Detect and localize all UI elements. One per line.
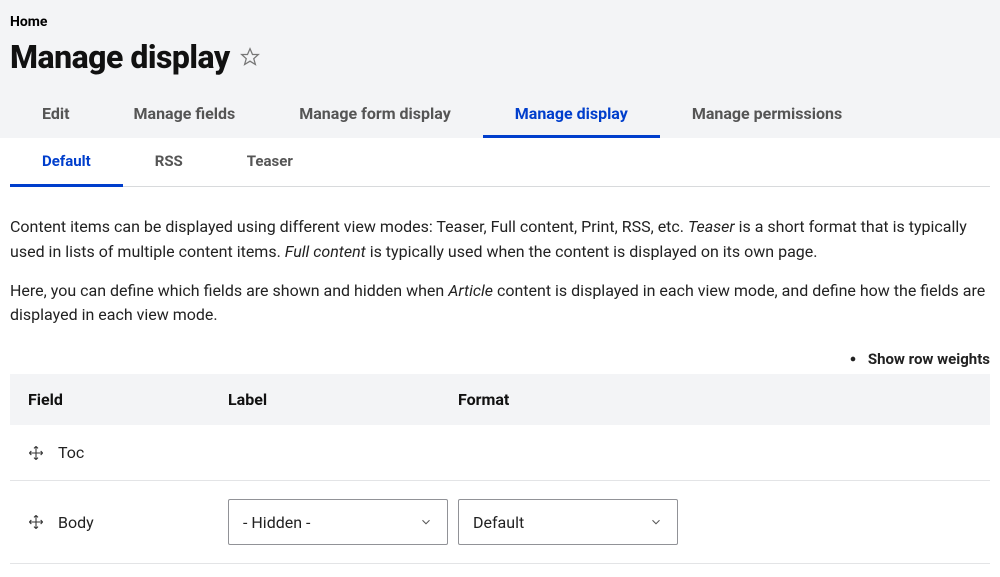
table-header: Field Label Format — [10, 374, 990, 425]
tab-manage-permissions[interactable]: Manage permissions — [660, 92, 874, 138]
intro-em: Teaser — [688, 217, 735, 236]
tab-manage-form-display[interactable]: Manage form display — [267, 92, 483, 138]
show-row-weights-label: Show row weights — [868, 350, 990, 368]
intro-text: is typically used when the content is di… — [366, 242, 818, 261]
select-value: - Hidden - — [243, 513, 310, 532]
field-name: Body — [58, 513, 94, 532]
intro-text: Here, you can define which fields are sh… — [10, 281, 448, 300]
subtab-teaser[interactable]: Teaser — [215, 138, 325, 187]
col-header-format: Format — [458, 390, 972, 409]
fields-table: Field Label Format Toc Body — [10, 374, 990, 564]
drag-handle-icon[interactable] — [28, 445, 44, 461]
subtab-rss[interactable]: RSS — [123, 138, 215, 187]
tab-manage-display[interactable]: Manage display — [483, 92, 660, 138]
tab-edit[interactable]: Edit — [10, 92, 102, 138]
col-header-field: Field — [28, 390, 228, 409]
col-header-label: Label — [228, 390, 458, 409]
tab-manage-fields[interactable]: Manage fields — [102, 92, 268, 138]
configure-icon — [846, 352, 860, 366]
table-row: Toc — [10, 425, 990, 481]
intro-paragraph-1: Content items can be displayed using dif… — [10, 215, 990, 265]
chevron-down-icon — [419, 515, 433, 529]
main-tabs: Edit Manage fields Manage form display M… — [10, 92, 990, 138]
breadcrumb[interactable]: Home — [10, 14, 990, 30]
page-title: Manage display — [10, 38, 230, 76]
select-value: Default — [473, 513, 524, 532]
table-row: Body - Hidden - Default — [10, 481, 990, 564]
format-select[interactable]: Default — [458, 499, 678, 545]
intro-em: Full content — [285, 242, 366, 261]
intro-em: Article — [448, 281, 493, 300]
star-icon[interactable] — [240, 47, 260, 67]
drag-handle-icon[interactable] — [28, 514, 44, 530]
field-name: Toc — [58, 443, 84, 462]
intro-text: Content items can be displayed using dif… — [10, 217, 688, 236]
show-row-weights-button[interactable]: Show row weights — [846, 350, 990, 368]
chevron-down-icon — [649, 515, 663, 529]
subtab-default[interactable]: Default — [10, 138, 123, 187]
sub-tabs: Default RSS Teaser — [10, 138, 990, 187]
label-select[interactable]: - Hidden - — [228, 499, 448, 545]
intro-paragraph-2: Here, you can define which fields are sh… — [10, 279, 990, 329]
